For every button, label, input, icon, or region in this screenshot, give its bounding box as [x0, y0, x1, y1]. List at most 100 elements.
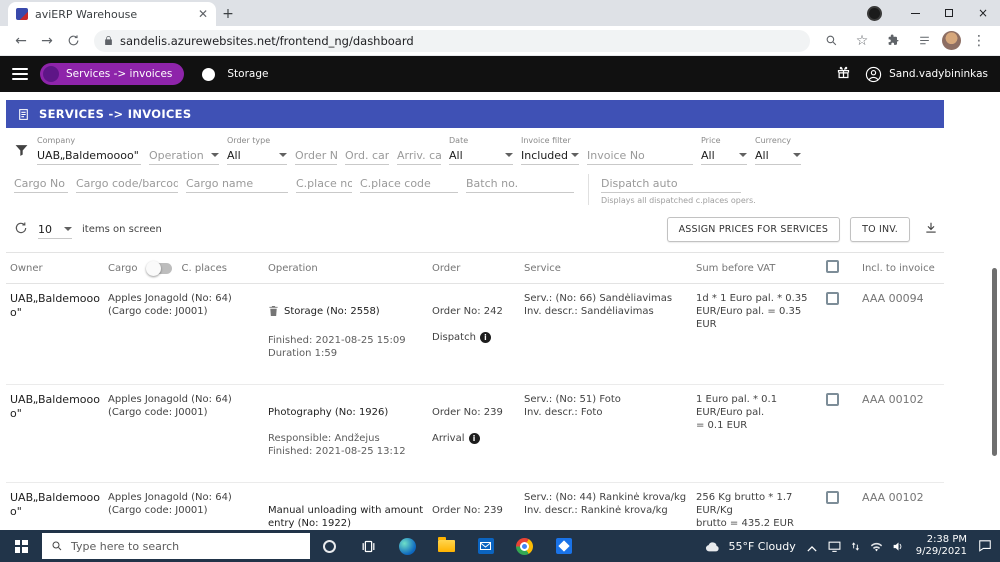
appbar-right: Sand.vadybininkas [836, 65, 988, 84]
c-places-toggle[interactable] [145, 260, 172, 276]
company-filter[interactable]: Company UAB„Baldemoooo" [37, 135, 141, 165]
back-icon[interactable]: ← [8, 28, 34, 54]
task-view-button[interactable] [349, 530, 388, 562]
profile-avatar[interactable] [942, 31, 961, 50]
nav-services-invoices[interactable]: Services -> invoices [40, 63, 185, 85]
system-tray [828, 537, 905, 556]
cell-operation: Storage (No: 2558) Finished: 2021-08-25 … [268, 305, 406, 359]
extensions-icon[interactable] [880, 28, 906, 54]
zoom-icon[interactable] [818, 28, 844, 54]
cplace-code-filter[interactable]: C.place code [360, 174, 458, 193]
volume-icon[interactable] [892, 537, 905, 556]
wifi-icon[interactable] [870, 537, 883, 556]
invoice-no-filter[interactable]: Invoice No [587, 135, 693, 165]
download-icon[interactable] [924, 220, 938, 239]
forward-icon[interactable]: → [34, 28, 60, 54]
cargo-name-filter[interactable]: Cargo name [186, 174, 288, 193]
monitor-icon[interactable] [828, 537, 841, 556]
photos-button[interactable] [544, 530, 583, 562]
cell-invoice: AAA 00102 [862, 393, 924, 406]
select-all-checkbox[interactable] [826, 260, 839, 273]
cell-sum: 1 Euro pal. * 0.1 EUR/Euro pal. = 0.1 EU… [696, 394, 778, 431]
order-no-filter[interactable]: Order No [295, 135, 337, 165]
cell-service: Serv.: (No: 66) Sandėliavimas Inv. descr… [524, 293, 673, 317]
reload-icon[interactable] [60, 28, 86, 54]
refresh-icon[interactable] [14, 220, 28, 239]
browser-address-bar: ← → sandelis.azurewebsites.net/frontend_… [0, 26, 1000, 56]
start-button[interactable] [0, 530, 42, 562]
table-scrollbar[interactable] [992, 268, 997, 456]
filter-funnel-icon[interactable] [14, 142, 29, 161]
table-header: Owner Cargo C. places Operation Order Se… [6, 252, 944, 284]
cargo-code-filter[interactable]: Cargo code/barcode [76, 174, 178, 193]
chevron-down-icon [64, 227, 72, 231]
cargo-no-filter[interactable]: Cargo No [14, 174, 68, 193]
table-row: UAB„Baldemoooo" Apples Jonagold (No: 64)… [6, 284, 944, 385]
gift-icon[interactable] [836, 65, 851, 84]
browser-tab-strip: aviERP Warehouse ✕ + × [0, 0, 1000, 26]
site-favicon-icon [16, 8, 28, 20]
page-size-select[interactable]: 10 [38, 220, 72, 239]
page-header: SERVICES -> INVOICES [6, 100, 944, 128]
col-sum: Sum before VAT [696, 262, 776, 274]
minimize-button[interactable] [898, 0, 932, 26]
order-type-filter[interactable]: Order type All [227, 135, 287, 165]
edge-button[interactable] [388, 530, 427, 562]
action-center-icon[interactable] [978, 537, 992, 556]
edge-icon [399, 537, 416, 555]
row-checkbox[interactable] [826, 491, 839, 504]
close-button[interactable]: × [966, 0, 1000, 26]
currency-filter[interactable]: Currency All [755, 135, 801, 165]
person-icon [865, 66, 882, 82]
browser-tab[interactable]: aviERP Warehouse ✕ [8, 2, 216, 26]
reading-list-icon[interactable] [911, 28, 937, 54]
info-icon[interactable]: i [479, 332, 491, 343]
bookmark-star-icon[interactable]: ☆ [849, 28, 875, 54]
cell-order: Order No: 239 Arrivali [432, 407, 503, 444]
date-filter[interactable]: Date All [449, 135, 513, 165]
chevron-down-icon [739, 153, 747, 157]
items-on-screen-label: items on screen [82, 224, 162, 235]
info-icon[interactable]: i [468, 433, 480, 444]
media-controls-icon[interactable] [867, 5, 882, 21]
cell-owner: UAB„Baldemoooo" [10, 491, 100, 519]
cortana-button[interactable] [310, 530, 349, 562]
url-field[interactable]: sandelis.azurewebsites.net/frontend_ng/d… [94, 29, 810, 52]
maximize-button[interactable] [932, 0, 966, 26]
table-row: UAB„Baldemoooo" Apples Jonagold (No: 64)… [6, 385, 944, 483]
user-menu[interactable]: Sand.vadybininkas [865, 66, 988, 83]
batch-no-filter[interactable]: Batch no. [466, 174, 574, 193]
row-checkbox[interactable] [826, 393, 839, 406]
nav-storage-label[interactable]: Storage [227, 68, 268, 80]
to-inv-button[interactable]: TO INV. [850, 217, 910, 242]
hamburger-menu-icon[interactable] [12, 68, 28, 80]
network-icon[interactable] [850, 537, 861, 556]
invoices-icon [19, 108, 28, 120]
invoice-filter[interactable]: Invoice filter Included [521, 135, 579, 165]
mail-button[interactable] [466, 530, 505, 562]
chrome-button[interactable] [505, 530, 544, 562]
weather-widget[interactable]: 55°F Cloudy [704, 540, 796, 553]
tab-close-icon[interactable]: ✕ [198, 7, 208, 21]
taskbar-search-input[interactable]: Type here to search [42, 533, 310, 559]
tab-title: aviERP Warehouse [35, 7, 138, 21]
nav-storage-dot-icon[interactable] [202, 67, 216, 81]
trash-icon[interactable] [268, 305, 279, 321]
ord-car-filter[interactable]: Ord. car [345, 135, 389, 165]
operation-filter[interactable]: Operation [149, 135, 219, 165]
file-explorer-button[interactable] [427, 530, 466, 562]
filter-row-1: Company UAB„Baldemoooo" Operation Order … [6, 135, 944, 165]
page-title: SERVICES -> INVOICES [39, 107, 192, 121]
price-filter[interactable]: Price All [701, 135, 747, 165]
dispatch-auto-filter[interactable]: Dispatch auto [601, 174, 741, 193]
app-topbar: Services -> invoices Storage Sand.vadybi… [0, 56, 1000, 92]
tray-chevron-up-icon[interactable] [807, 537, 817, 556]
browser-menu-icon[interactable]: ⋮ [966, 28, 992, 54]
row-checkbox[interactable] [826, 292, 839, 305]
taskbar-clock[interactable]: 2:38 PM 9/29/2021 [916, 534, 967, 559]
new-tab-button[interactable]: + [216, 2, 240, 26]
arriv-car-filter[interactable]: Arriv. car [397, 135, 441, 165]
assign-prices-button[interactable]: ASSIGN PRICES FOR SERVICES [666, 217, 841, 242]
cplace-no-filter[interactable]: C.place no. [296, 174, 352, 193]
user-name: Sand.vadybininkas [889, 68, 988, 80]
